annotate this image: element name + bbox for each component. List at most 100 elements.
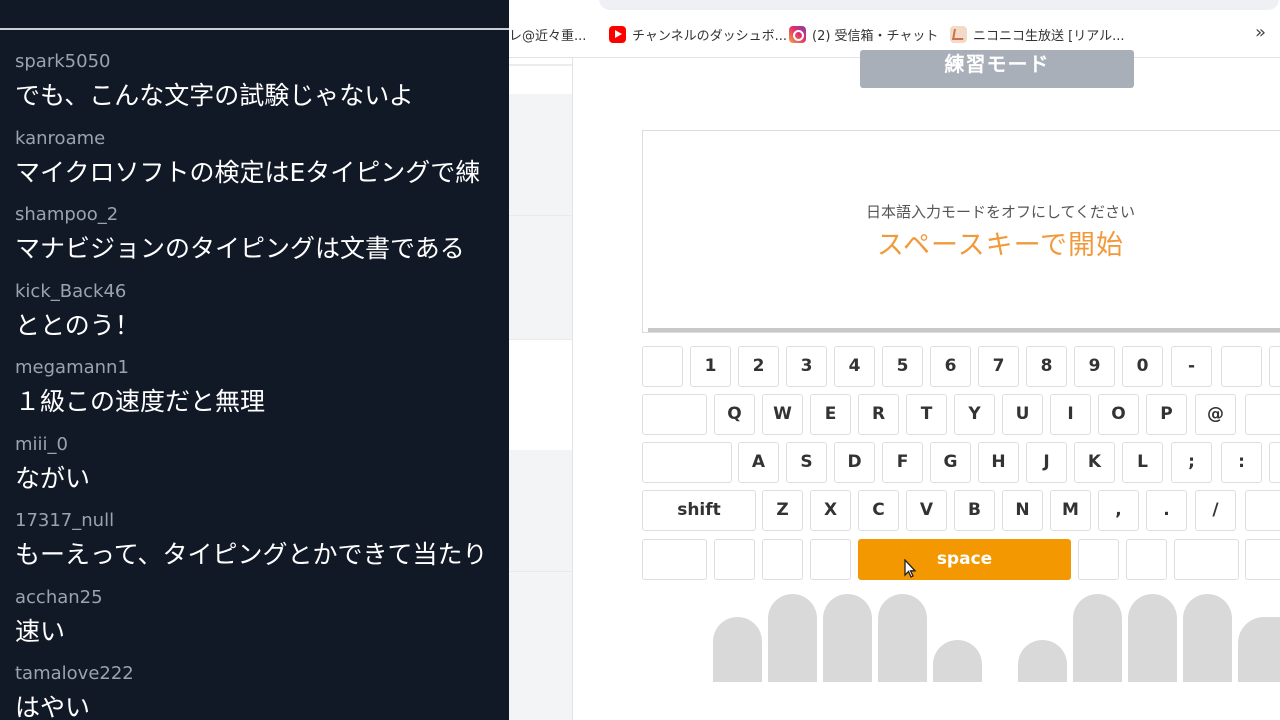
- chat-message: miii_0 ながい: [15, 431, 509, 508]
- chat-message: megamann1 １級この速度だと無理: [15, 354, 509, 431]
- key-blank: [1245, 490, 1280, 531]
- key-a: A: [738, 442, 779, 483]
- key-d: D: [834, 442, 875, 483]
- sidebar-divider: [572, 58, 573, 720]
- key-w: W: [762, 394, 803, 435]
- key-colon: :: [1221, 442, 1262, 483]
- chat-message: tamalove222 はやい: [15, 660, 509, 720]
- finger-right-index: [1073, 594, 1122, 682]
- key-h: H: [978, 442, 1019, 483]
- key-v: V: [906, 490, 947, 531]
- chat-divider: [0, 28, 509, 30]
- key-tab: [642, 394, 707, 435]
- key-l: L: [1122, 442, 1163, 483]
- chat-text: １級この速度だと無理: [15, 387, 266, 416]
- key-blank: [1078, 539, 1119, 580]
- finger-right-ring: [1183, 594, 1232, 682]
- key-4: 4: [834, 346, 875, 387]
- sidebar-block: [509, 572, 572, 720]
- key-semicolon: ;: [1171, 442, 1212, 483]
- key-x: X: [810, 490, 851, 531]
- key-blank: [1245, 539, 1280, 580]
- key-9: 9: [1074, 346, 1115, 387]
- key-ctrl: [642, 539, 707, 580]
- key-blank: [1269, 442, 1280, 483]
- chat-text: ながい: [15, 463, 91, 493]
- chat-username: acchan25: [15, 586, 103, 608]
- key-shift: shift: [642, 490, 756, 531]
- key-c: C: [858, 490, 899, 531]
- key-o: O: [1098, 394, 1139, 435]
- key-s: S: [786, 442, 827, 483]
- finger-left-index: [878, 594, 927, 682]
- sidebar-block: [509, 216, 572, 340]
- finger-left-pinky: [713, 617, 762, 682]
- key-7: 7: [978, 346, 1019, 387]
- bookmark-niconico-live[interactable]: ニコニコ生放送 [リアル...: [950, 24, 1124, 44]
- chat-message: shampoo_2 マナビジョンのタイピングは文書である: [15, 201, 509, 278]
- key-blank: [762, 539, 803, 580]
- key-at: @: [1195, 394, 1236, 435]
- chat-text: ととのう！: [15, 310, 140, 340]
- key-space: space: [858, 539, 1071, 580]
- chat-username: kick_Back46: [15, 280, 127, 302]
- sidebar-block: [509, 450, 572, 572]
- key-slash: /: [1195, 490, 1236, 531]
- key-r: R: [858, 394, 899, 435]
- key-m: M: [1050, 490, 1091, 531]
- bookmark-item[interactable]: レ@近々重...: [509, 24, 586, 44]
- chat-text: でも、こんな文字の試験じゃないよ: [15, 81, 414, 110]
- key-n: N: [1002, 490, 1043, 531]
- chat-username: spark5050: [15, 51, 111, 72]
- chat-username: 17317_null: [15, 510, 115, 531]
- key-period: .: [1146, 490, 1187, 531]
- key-2: 2: [738, 346, 779, 387]
- bookmark-label: レ@近々重...: [509, 28, 587, 44]
- chat-username: kanroame: [15, 127, 106, 149]
- start-prompt: スペースキーで開始: [876, 230, 1125, 261]
- sidebar-block: [509, 94, 572, 216]
- practice-mode-button[interactable]: 練習モード: [860, 50, 1134, 88]
- finger-right-middle: [1128, 594, 1177, 682]
- chat-username: shampoo_2: [15, 204, 119, 225]
- key-blank: [1174, 539, 1239, 580]
- key-b: B: [954, 490, 995, 531]
- address-bar[interactable]: [599, 0, 1279, 10]
- chat-text: はやい: [15, 693, 91, 720]
- key-blank: [1221, 346, 1262, 387]
- key-blank: [1245, 394, 1280, 435]
- progress-bar: [648, 328, 1280, 332]
- chat-username: miii_0: [15, 433, 68, 455]
- key-5: 5: [882, 346, 923, 387]
- key-3: 3: [786, 346, 827, 387]
- key-6: 6: [930, 346, 971, 387]
- key-z: Z: [762, 490, 803, 531]
- key-y: Y: [954, 394, 995, 435]
- key-u: U: [1002, 394, 1043, 435]
- bookmark-label: (2) 受信箱・チャット: [812, 28, 939, 44]
- chat-message: kick_Back46 ととのう！: [15, 278, 509, 355]
- key-comma: ,: [1098, 490, 1139, 531]
- ime-off-hint: 日本語入力モードをオフにしてください: [865, 203, 1136, 221]
- key-g: G: [930, 442, 971, 483]
- key-blank: [1126, 539, 1167, 580]
- key-1: 1: [690, 346, 731, 387]
- key-q: Q: [714, 394, 755, 435]
- instagram-icon: [789, 25, 806, 43]
- key-blank: [714, 539, 755, 580]
- key-minus: -: [1171, 346, 1212, 387]
- chat-text: マイクロソフトの検定はEタイピングで練: [15, 157, 481, 187]
- bookmark-youtube-dashboard[interactable]: チャンネルのダッシュボ...: [609, 24, 787, 44]
- chat-panel: spark5050 でも、こんな文字の試験じゃないよ kanroame マイクロ…: [0, 0, 509, 720]
- chat-message: kanroame マイクロソフトの検定はEタイピングで練: [15, 125, 509, 202]
- bookmark-instagram-inbox[interactable]: (2) 受信箱・チャット: [789, 24, 938, 44]
- chat-message: spark5050 でも、こんな文字の試験じゃないよ: [15, 48, 509, 125]
- key-k: K: [1074, 442, 1115, 483]
- bookmarks-overflow-button[interactable]: »: [1255, 22, 1266, 43]
- finger-right-thumb: [1018, 640, 1067, 682]
- key-f: F: [882, 442, 923, 483]
- key-e: E: [810, 394, 851, 435]
- key-blank: [642, 346, 683, 387]
- typing-area[interactable]: 日本語入力モードをオフにしてください スペースキーで開始: [642, 130, 1280, 333]
- key-8: 8: [1026, 346, 1067, 387]
